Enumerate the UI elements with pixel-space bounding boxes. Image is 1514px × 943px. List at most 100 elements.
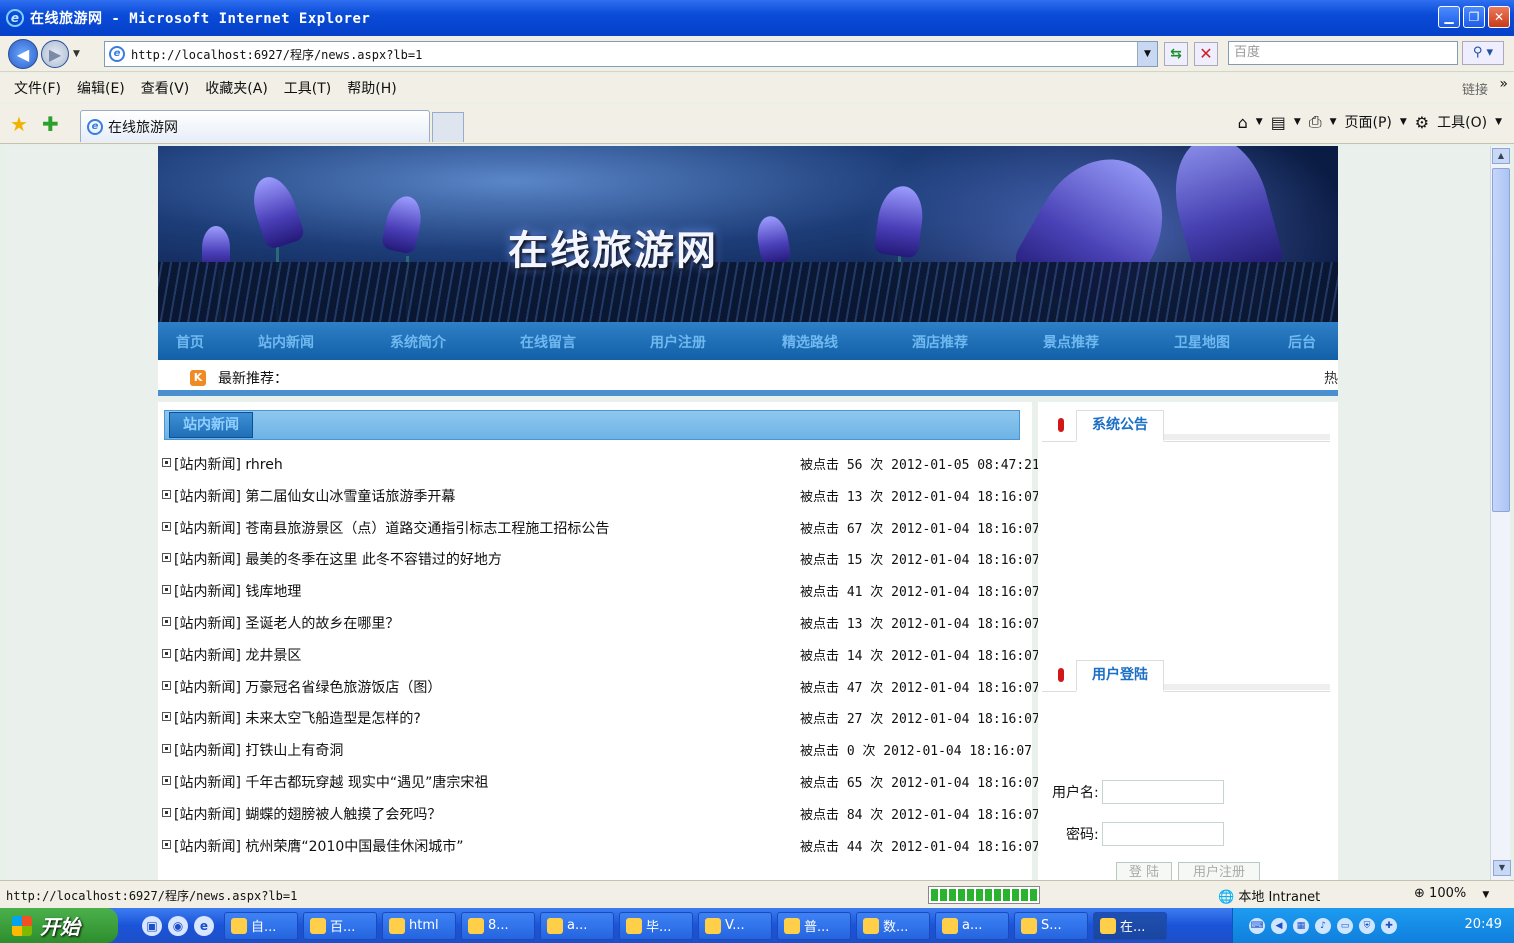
favorites-star-icon[interactable]: ★ — [10, 112, 28, 136]
add-favorite-icon[interactable]: ✚ — [42, 112, 59, 136]
username-input[interactable] — [1102, 780, 1224, 804]
forward-button[interactable]: ▶ — [41, 39, 69, 68]
taskbar-item[interactable]: a... — [540, 911, 614, 940]
chevron-down-icon[interactable]: ▼ — [1400, 117, 1407, 127]
monitor-icon[interactable]: ▭ — [1337, 917, 1353, 934]
taskbar-item[interactable]: S... — [1014, 911, 1088, 940]
news-title-link[interactable]: [站内新闻] 钱库地理 — [174, 581, 301, 601]
taskbar-item[interactable]: 百... — [303, 911, 377, 940]
taskbar-item-active[interactable]: 在... — [1093, 911, 1167, 940]
chevron-right-icon[interactable]: » — [1499, 76, 1508, 92]
news-title-link[interactable]: [站内新闻] rhreh — [174, 454, 283, 474]
minimize-button[interactable]: ▁ — [1438, 6, 1460, 28]
feeds-icon[interactable]: ▤ — [1271, 113, 1286, 132]
tray-expand-icon[interactable]: ◀ — [1271, 917, 1287, 934]
start-button[interactable]: 开始 — [0, 908, 118, 943]
news-title-link[interactable]: [站内新闻] 苍南县旅游景区（点）道路交通指引标志工程施工招标公告 — [174, 518, 609, 538]
news-title-link[interactable]: [站内新闻] 千年古都玩穿越 现实中“遇见”唐宗宋祖 — [174, 772, 488, 792]
tools-menu[interactable]: 工具(O) — [1437, 112, 1487, 132]
close-button[interactable]: ✕ — [1488, 6, 1510, 28]
zoom-control[interactable]: ⊕ 100% ▼ — [1414, 886, 1489, 901]
news-row: [站内新闻] rhreh 被点击 56 次 2012-01-05 08:47:21 — [158, 448, 1040, 480]
security-zone[interactable]: 🌐 本地 Intranet — [1218, 886, 1320, 905]
nav-admin[interactable]: 后台 — [1288, 332, 1316, 352]
menu-view[interactable]: 查看(V) — [141, 78, 190, 98]
search-input[interactable]: 百度 — [1228, 41, 1458, 65]
news-title-link[interactable]: [站内新闻] 杭州荣膺“2010中国最佳休闲城市” — [174, 836, 464, 856]
desktop-icon[interactable]: ▣ — [142, 915, 162, 936]
clock[interactable]: 20:49 — [1465, 917, 1502, 932]
window-titlebar[interactable]: e 在线旅游网 - Microsoft Internet Explorer ▁ … — [0, 0, 1514, 36]
nav-routes[interactable]: 精选路线 — [782, 332, 838, 352]
nav-news[interactable]: 站内新闻 — [258, 332, 314, 352]
refresh-button[interactable]: ⇆ — [1164, 42, 1188, 66]
scroll-thumb[interactable] — [1492, 168, 1510, 512]
taskbar-item[interactable]: 普... — [777, 911, 851, 940]
menu-help[interactable]: 帮助(H) — [347, 78, 396, 98]
news-row: [站内新闻] 万豪冠名省绿色旅游饭店（图） 被点击 47 次 2012-01-04… — [158, 671, 1040, 703]
new-tab-button[interactable] — [432, 112, 464, 142]
taskbar-item[interactable]: 数... — [856, 911, 930, 940]
page-menu[interactable]: 页面(P) — [1344, 112, 1391, 132]
nav-home[interactable]: 首页 — [176, 332, 204, 352]
address-dropdown-icon[interactable]: ▼ — [1137, 42, 1157, 66]
news-panel: 站内新闻 [站内新闻] rhreh 被点击 56 次 2012-01-05 08:… — [158, 402, 1040, 880]
links-label[interactable]: 链接 — [1462, 79, 1488, 98]
nav-satellite-map[interactable]: 卫星地图 — [1174, 332, 1230, 352]
taskbar-item[interactable]: V... — [698, 911, 772, 940]
nav-attractions[interactable]: 景点推荐 — [1043, 332, 1099, 352]
chevron-down-icon[interactable]: ▼ — [1256, 117, 1263, 127]
search-icon[interactable]: ⚲ ▾ — [1462, 41, 1504, 65]
stop-button[interactable]: ✕ — [1194, 42, 1218, 66]
taskbar-item[interactable]: a... — [935, 911, 1009, 940]
chevron-down-icon[interactable]: ▼ — [1330, 117, 1337, 127]
taskbar-item[interactable]: 毕... — [619, 911, 693, 940]
news-title-link[interactable]: [站内新闻] 第二届仙女山冰雪童话旅游季开幕 — [174, 486, 455, 506]
nav-about[interactable]: 系统简介 — [390, 332, 446, 352]
scroll-up-icon[interactable]: ▲ — [1492, 148, 1510, 164]
news-title-link[interactable]: [站内新闻] 万豪冠名省绿色旅游饭店（图） — [174, 677, 441, 697]
news-title-link[interactable]: [站内新闻] 打铁山上有奇洞 — [174, 740, 343, 760]
news-row: [站内新闻] 杭州荣膺“2010中国最佳休闲城市” 被点击 44 次 2012-0… — [158, 830, 1040, 862]
maximize-button[interactable]: ❐ — [1463, 6, 1485, 28]
taskbar-item[interactable]: 自... — [224, 911, 298, 940]
nav-hotels[interactable]: 酒店推荐 — [912, 332, 968, 352]
register-button[interactable]: 用户注册 — [1178, 862, 1260, 880]
chevron-down-icon[interactable]: ▼ — [1482, 890, 1489, 900]
menu-file[interactable]: 文件(F) — [14, 78, 61, 98]
news-title-link[interactable]: [站内新闻] 最美的冬季在这里 此冬不容错过的好地方 — [174, 549, 502, 569]
vertical-scrollbar[interactable]: ▲ ▼ — [1490, 146, 1511, 880]
menu-favorites[interactable]: 收藏夹(A) — [205, 78, 268, 98]
history-dropdown-icon[interactable]: ▼ — [73, 49, 80, 59]
update-icon[interactable]: ✚ — [1381, 917, 1397, 934]
address-input[interactable]: e http://localhost:6927/程序/news.aspx?lb=… — [104, 41, 1158, 67]
address-url[interactable]: http://localhost:6927/程序/news.aspx?lb=1 — [131, 46, 422, 63]
taskbar-item[interactable]: 8... — [461, 911, 535, 940]
nav-register[interactable]: 用户注册 — [650, 332, 706, 352]
news-title-link[interactable]: [站内新闻] 蝴蝶的翅膀被人触摸了会死吗？ — [174, 804, 441, 824]
tab-active[interactable]: e 在线旅游网 — [80, 110, 430, 142]
taskbar-item[interactable]: html — [382, 911, 456, 940]
password-input[interactable] — [1102, 822, 1224, 846]
network-icon[interactable]: ▦ — [1293, 917, 1309, 934]
browser-icon[interactable]: e — [194, 915, 214, 936]
print-icon[interactable]: ⎙ — [1309, 112, 1322, 132]
news-title-link[interactable]: [站内新闻] 龙井景区 — [174, 645, 301, 665]
news-title-link[interactable]: [站内新闻] 未来太空飞船造型是怎样的? — [174, 708, 421, 728]
chevron-down-icon[interactable]: ▼ — [1495, 117, 1502, 127]
scroll-down-icon[interactable]: ▼ — [1493, 860, 1511, 876]
chevron-down-icon[interactable]: ▼ — [1294, 117, 1301, 127]
menu-edit[interactable]: 编辑(E) — [77, 78, 125, 98]
keyboard-icon[interactable]: ⌨ — [1249, 917, 1265, 934]
ticker-text[interactable]: 热 — [1324, 368, 1338, 388]
nav-guestbook[interactable]: 在线留言 — [520, 332, 576, 352]
shield-icon[interactable]: ⛨ — [1359, 917, 1375, 934]
login-button[interactable]: 登 陆 — [1116, 862, 1172, 880]
menu-tools[interactable]: 工具(T) — [284, 78, 331, 98]
news-title-link[interactable]: [站内新闻] 圣诞老人的故乡在哪里？ — [174, 613, 399, 633]
back-button[interactable]: ◀ — [8, 38, 38, 69]
home-icon[interactable]: ⌂ — [1238, 113, 1248, 132]
firefox-icon[interactable]: ◉ — [168, 915, 188, 936]
volume-icon[interactable]: ♪ — [1315, 917, 1331, 934]
bullet-icon — [162, 839, 171, 849]
